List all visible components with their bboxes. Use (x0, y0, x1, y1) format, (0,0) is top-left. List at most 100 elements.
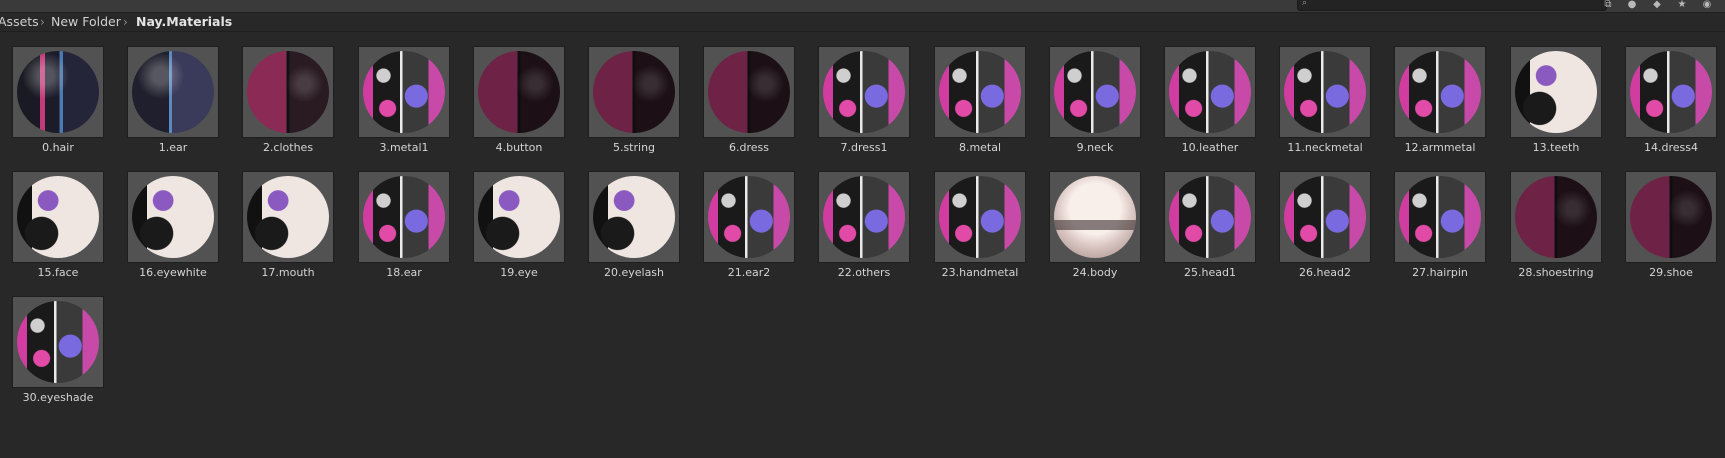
material-asset[interactable]: 25.head1 (1152, 157, 1268, 279)
material-label: 10.leather (1181, 141, 1239, 154)
breadcrumb-new-folder[interactable]: New Folder (51, 13, 121, 31)
material-thumbnail (588, 46, 680, 138)
material-asset[interactable]: 26.head2 (1267, 157, 1383, 279)
material-preview-sphere (247, 51, 329, 133)
material-thumbnail (358, 46, 450, 138)
material-preview-sphere (247, 176, 329, 258)
material-preview-sphere (1169, 51, 1251, 133)
material-preview-sphere (478, 176, 560, 258)
material-asset[interactable]: 4.button (461, 32, 577, 154)
material-preview-sphere (823, 51, 905, 133)
material-asset[interactable]: 1.ear (115, 32, 231, 154)
material-asset[interactable]: 10.leather (1152, 32, 1268, 154)
material-thumbnail (1625, 171, 1717, 263)
material-asset[interactable]: 6.dress (691, 32, 807, 154)
chevron-right-icon: › (40, 15, 45, 29)
material-asset[interactable]: 18.ear (346, 157, 462, 279)
material-preview-sphere (593, 176, 675, 258)
material-preview-sphere (17, 51, 99, 133)
material-thumbnail (934, 46, 1026, 138)
material-preview-sphere (1515, 176, 1597, 258)
material-label: 9.neck (1076, 141, 1114, 154)
material-thumbnail (358, 171, 450, 263)
material-asset[interactable]: 9.neck (1037, 32, 1153, 154)
material-asset[interactable]: 2.clothes (230, 32, 346, 154)
material-preview-sphere (17, 301, 99, 383)
material-asset[interactable]: 23.handmetal (922, 157, 1038, 279)
material-asset[interactable]: 27.hairpin (1382, 157, 1498, 279)
material-thumbnail (1394, 171, 1486, 263)
material-thumbnail (242, 171, 334, 263)
label-icon[interactable]: ◆ (1647, 0, 1667, 11)
breadcrumb-assets[interactable]: Assets (0, 13, 39, 31)
material-thumbnail (242, 46, 334, 138)
material-asset[interactable]: 3.metal1 (346, 32, 462, 154)
material-preview-sphere (132, 51, 214, 133)
material-preview-sphere (708, 51, 790, 133)
search-icon: ⌕ (1302, 0, 1308, 8)
preview-shading (1054, 220, 1136, 230)
chevron-right-icon: › (123, 15, 128, 29)
material-thumbnail (1510, 46, 1602, 138)
material-asset[interactable]: 15.face (0, 157, 116, 279)
material-preview-sphere (708, 176, 790, 258)
material-thumbnail (934, 171, 1026, 263)
material-thumbnail (818, 46, 910, 138)
search-input[interactable]: ⌕ (1297, 0, 1607, 11)
material-asset[interactable]: 16.eyewhite (115, 157, 231, 279)
material-label: 27.hairpin (1412, 266, 1468, 279)
material-preview-sphere (939, 51, 1021, 133)
material-preview-sphere (593, 51, 675, 133)
material-preview-sphere (939, 176, 1021, 258)
material-preview-sphere (1284, 176, 1366, 258)
material-thumbnail (12, 171, 104, 263)
material-label: 16.eyewhite (139, 266, 207, 279)
material-label: 6.dress (729, 141, 769, 154)
material-asset[interactable]: 0.hair (0, 32, 116, 154)
material-asset[interactable]: 20.eyelash (576, 157, 692, 279)
material-asset[interactable]: 21.ear2 (691, 157, 807, 279)
material-label: 13.teeth (1532, 141, 1580, 154)
material-asset[interactable]: 13.teeth (1498, 32, 1614, 154)
material-asset[interactable]: 14.dress4 (1613, 32, 1725, 154)
material-asset[interactable]: 12.armmetal (1382, 32, 1498, 154)
material-asset[interactable]: 17.mouth (230, 157, 346, 279)
material-asset[interactable]: 8.metal (922, 32, 1038, 154)
material-asset[interactable]: 7.dress1 (806, 32, 922, 154)
material-label: 17.mouth (261, 266, 315, 279)
breadcrumb: Assets › New Folder › Nay.Materials (0, 13, 1725, 32)
material-label: 22.others (837, 266, 891, 279)
material-asset[interactable]: 29.shoe (1613, 157, 1725, 279)
material-label: 7.dress1 (840, 141, 888, 154)
material-thumbnail (1049, 46, 1141, 138)
material-thumbnail (1279, 46, 1371, 138)
material-label: 5.string (612, 141, 656, 154)
material-asset[interactable]: 11.neckmetal (1267, 32, 1383, 154)
breadcrumb-current-folder[interactable]: Nay.Materials (136, 13, 232, 31)
material-label: 19.eye (500, 266, 538, 279)
material-label: 29.shoe (1649, 266, 1693, 279)
material-preview-sphere (1054, 51, 1136, 133)
material-asset[interactable]: 5.string (576, 32, 692, 154)
material-asset[interactable]: 28.shoestring (1498, 157, 1614, 279)
material-preview-sphere (1169, 176, 1251, 258)
filter-by-type-icon[interactable]: ● (1622, 0, 1642, 11)
material-preview-sphere (132, 176, 214, 258)
material-thumbnail (1049, 171, 1141, 263)
hidden-packages-icon[interactable]: ◉ (1697, 0, 1717, 11)
material-thumbnail (588, 171, 680, 263)
material-preview-sphere (1284, 51, 1366, 133)
material-thumbnail (473, 46, 565, 138)
material-thumbnail (703, 171, 795, 263)
material-asset[interactable]: 30.eyeshade (0, 282, 116, 404)
material-label: 12.armmetal (1404, 141, 1476, 154)
material-label: 4.button (495, 141, 543, 154)
favorite-star-icon[interactable]: ★ (1672, 0, 1692, 11)
material-preview-sphere (1630, 51, 1712, 133)
material-asset[interactable]: 19.eye (461, 157, 577, 279)
material-preview-sphere (1054, 176, 1136, 258)
create-icon[interactable]: ⧉ (1598, 0, 1618, 11)
material-label: 14.dress4 (1644, 141, 1698, 154)
material-asset[interactable]: 24.body (1037, 157, 1153, 279)
material-asset[interactable]: 22.others (806, 157, 922, 279)
